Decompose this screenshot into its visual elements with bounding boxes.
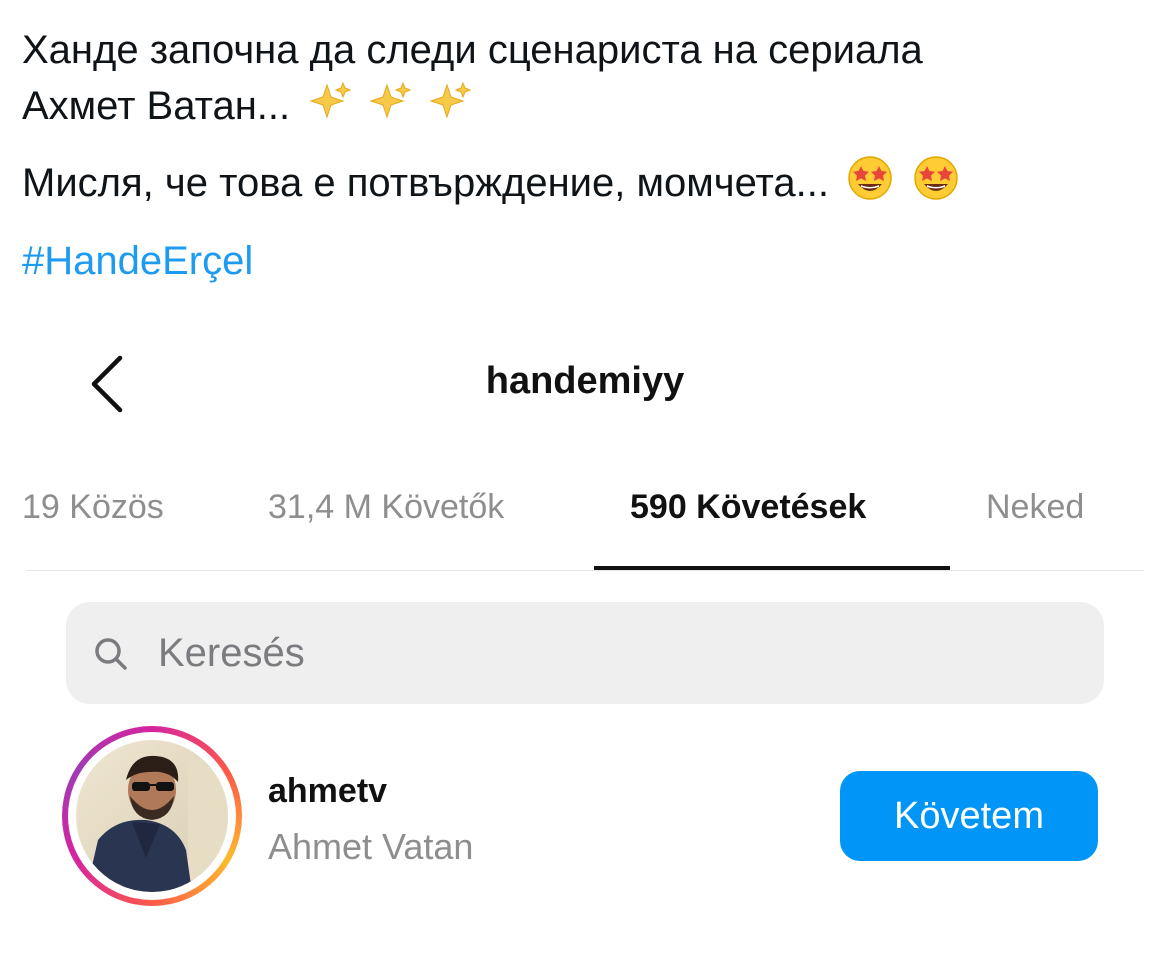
result-username[interactable]: ahmetv xyxy=(268,772,387,811)
search-icon xyxy=(95,638,127,670)
tweet-line-3-text: Мисля, че това е потвърждение, момчета..… xyxy=(22,161,829,205)
tab-for-you[interactable]: Neked xyxy=(986,488,1084,527)
active-tab-indicator xyxy=(594,566,950,570)
tab-mutual[interactable]: 19 Közös xyxy=(22,488,164,527)
tweet-line-1: Ханде започна да следи сценариста на сер… xyxy=(22,28,923,72)
search-placeholder: Keresés xyxy=(158,630,305,675)
star-struck-icon xyxy=(846,154,962,217)
search-input[interactable]: Keresés xyxy=(66,602,1104,704)
avatar-photo xyxy=(76,740,228,892)
follow-button[interactable]: Követem xyxy=(840,771,1098,861)
result-full-name: Ahmet Vatan xyxy=(268,826,474,867)
profile-username-title: handemiyy xyxy=(485,360,685,402)
instagram-following-screen: handemiyy 19 Közös 31,4 M Követők 590 Kö… xyxy=(0,330,1170,961)
sparkles-icon xyxy=(307,79,475,138)
avatar[interactable] xyxy=(62,726,242,906)
tab-bar: 19 Közös 31,4 M Követők 590 Követések Ne… xyxy=(0,488,1170,534)
tab-following[interactable]: 590 Követések xyxy=(630,488,866,527)
tweet-line-3: Мисля, че това е потвърждение, момчета..… xyxy=(22,154,1142,217)
tabs-divider xyxy=(26,570,1144,571)
tweet-line-2: Ахмет Ватан... xyxy=(22,78,1142,138)
hashtag-link[interactable]: #HandeErçel xyxy=(22,233,1142,289)
tweet-line-2-text: Ахмет Ватан... xyxy=(22,84,291,128)
tab-followers[interactable]: 31,4 M Követők xyxy=(268,488,504,527)
tweet-text: Ханде започна да следи сценариста на сер… xyxy=(22,22,1142,289)
avatar-border xyxy=(68,732,236,900)
